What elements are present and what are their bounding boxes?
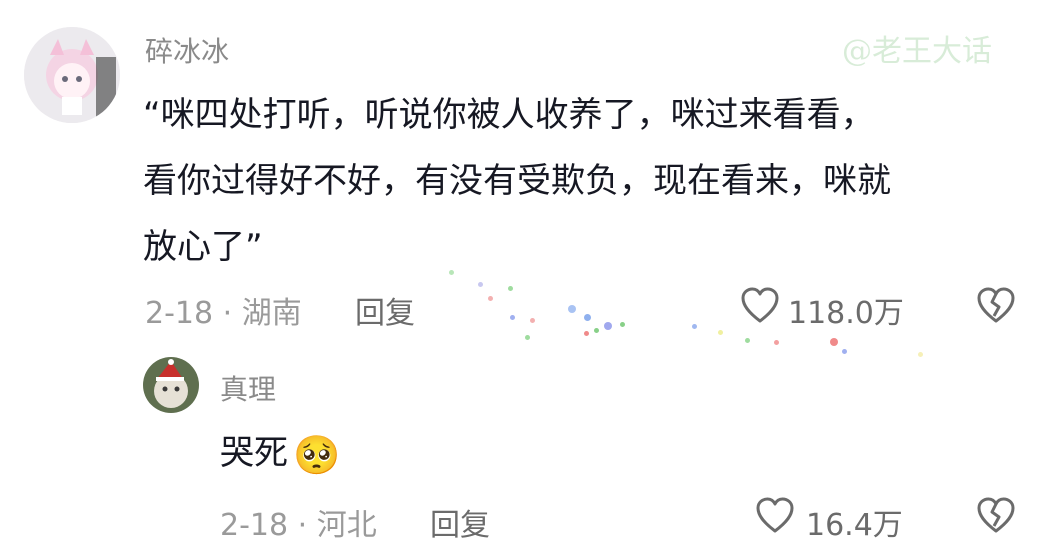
cat-avatar-image [143,357,199,413]
broken-heart-icon[interactable] [976,286,1016,326]
anime-avatar-image [24,27,120,123]
reply-button[interactable]: 回复 [355,288,415,332]
like-count: 16.4万 [806,508,903,543]
reply-item: 真理 哭死 🥺 2-18 · 河北 回复 16.4万 [0,340,1043,554]
heart-outline-icon[interactable] [755,496,795,536]
comment-line: 哭死 [220,433,288,473]
reply-button[interactable]: 回复 [430,500,490,544]
user-avatar[interactable] [143,357,199,413]
pleading-face-emoji: 🥺 [293,433,341,477]
comment-item: 碎冰冰 “咪四处打听，听说你被人收养了，咪过来看看， 看你过得好不好，有没有受欺… [0,0,1043,340]
user-avatar[interactable] [24,27,120,123]
comment-line: “咪四处打听，听说你被人收养了，咪过来看看， [143,95,875,135]
like-count: 118.0万 [788,296,904,331]
username[interactable]: 真理 [220,368,276,408]
comment-line: 放心了” [143,227,263,267]
heart-outline-icon[interactable] [740,286,780,326]
username[interactable]: 碎冰冰 [145,30,229,70]
comment-line: 看你过得好不好，有没有受欺负，现在看来，咪就 [143,161,891,201]
date-location: 2-18 · 河北 [220,508,377,543]
comment-text: “咪四处打听，听说你被人收养了，咪过来看看， 看你过得好不好，有没有受欺负，现在… [143,82,1023,280]
broken-heart-icon[interactable] [976,496,1016,536]
comment-text: 哭死 🥺 [220,428,340,478]
date-location: 2-18 · 湖南 [145,296,302,331]
